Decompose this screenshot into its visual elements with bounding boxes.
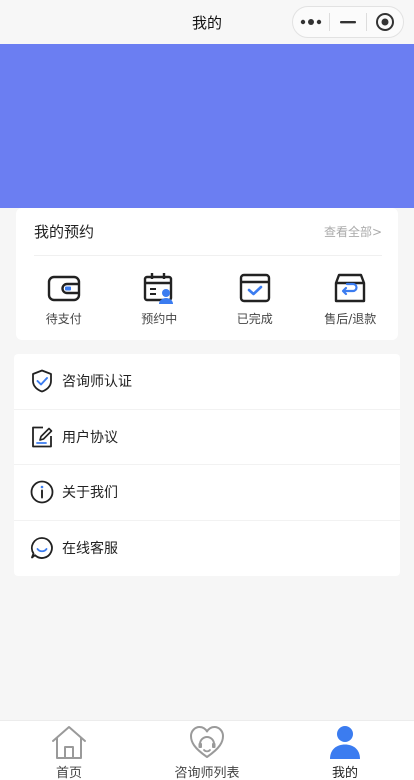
minus-icon bbox=[340, 21, 356, 24]
return-box-icon bbox=[335, 273, 366, 302]
menu-item-about-us[interactable]: 关于我们 bbox=[14, 465, 400, 521]
minimize-button[interactable] bbox=[330, 7, 366, 37]
mini-program-capsule bbox=[292, 6, 404, 38]
menu-label: 关于我们 bbox=[62, 485, 118, 502]
user-icon bbox=[330, 726, 360, 759]
tab-label: 咨询师列表 bbox=[174, 766, 240, 780]
bottom-tab-bar: 首页 咨询师列表 我的 bbox=[0, 720, 414, 780]
shield-check-icon bbox=[32, 369, 52, 393]
settings-menu-list: 咨询师认证 用户协议 关于我们 在线客服 bbox=[14, 354, 400, 576]
menu-label: 用户协议 bbox=[62, 429, 118, 446]
tab-home[interactable]: 首页 bbox=[0, 721, 138, 780]
edit-document-icon bbox=[32, 426, 53, 448]
wallet-icon bbox=[47, 275, 80, 301]
order-in-progress[interactable]: 预约中 bbox=[112, 270, 208, 327]
order-label: 待支付 bbox=[45, 311, 82, 326]
order-label: 已完成 bbox=[236, 311, 273, 326]
card-title: 我的预约 bbox=[34, 223, 95, 241]
page-title: 我的 bbox=[191, 13, 222, 32]
order-label: 售后/退款 bbox=[324, 311, 377, 326]
more-dots-icon bbox=[300, 19, 322, 25]
card-header: 我的预约 查看全部> bbox=[34, 208, 382, 256]
see-all-link[interactable]: 查看全部> bbox=[324, 223, 382, 240]
more-button[interactable] bbox=[293, 7, 329, 37]
info-icon bbox=[30, 480, 54, 504]
target-close-icon bbox=[376, 13, 394, 31]
menu-item-user-agreement[interactable]: 用户协议 bbox=[14, 410, 400, 465]
close-button[interactable] bbox=[367, 7, 403, 37]
menu-item-counselor-certification[interactable]: 咨询师认证 bbox=[14, 354, 400, 410]
navigation-bar: 我的 bbox=[0, 0, 414, 44]
tab-label: 我的 bbox=[331, 766, 358, 780]
menu-item-online-support[interactable]: 在线客服 bbox=[14, 521, 400, 577]
menu-label: 咨询师认证 bbox=[62, 374, 132, 391]
profile-header-banner bbox=[0, 44, 414, 208]
chat-icon bbox=[31, 537, 53, 560]
appointment-status-row: 待支付 预约中 已完成 售后/退款 bbox=[16, 256, 398, 340]
menu-label: 在线客服 bbox=[62, 541, 118, 558]
calendar-check-icon bbox=[239, 273, 270, 302]
order-after-sales-refund[interactable]: 售后/退款 bbox=[303, 270, 399, 327]
heart-headset-icon bbox=[190, 726, 224, 758]
calendar-user-icon bbox=[144, 272, 174, 304]
order-completed[interactable]: 已完成 bbox=[207, 270, 303, 327]
order-pending-payment[interactable]: 待支付 bbox=[16, 270, 112, 327]
home-icon bbox=[52, 726, 86, 759]
my-appointments-card: 我的预约 查看全部> 待支付 预约中 已完成 售后/退款 bbox=[16, 208, 398, 340]
tab-label: 首页 bbox=[55, 766, 82, 780]
tab-counselor-list[interactable]: 咨询师列表 bbox=[138, 721, 276, 780]
tab-mine[interactable]: 我的 bbox=[276, 721, 414, 780]
order-label: 预约中 bbox=[141, 311, 178, 326]
